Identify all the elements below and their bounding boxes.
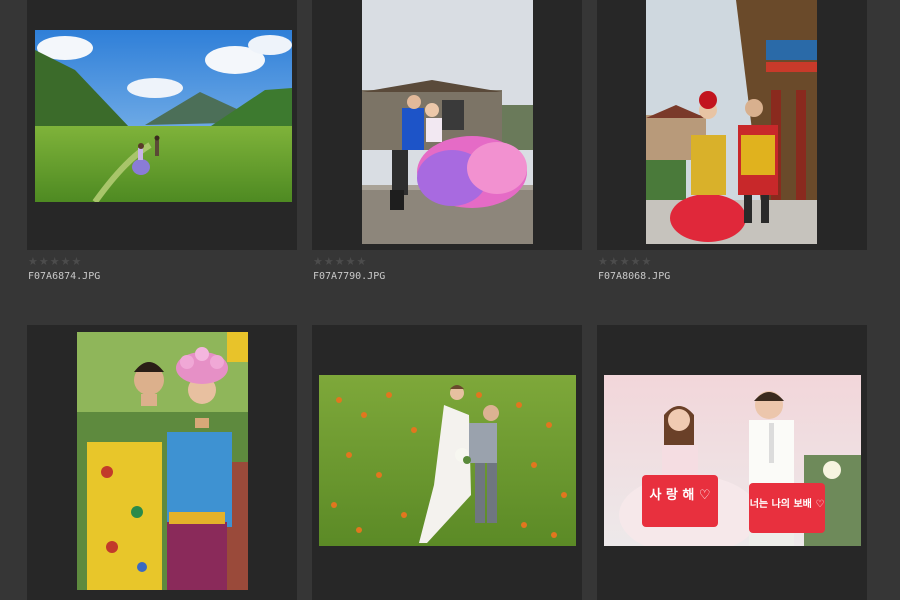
thumbnail-frame[interactable]	[312, 325, 582, 600]
star-icon[interactable]: ★	[324, 256, 334, 267]
grid-cell-4[interactable]	[27, 325, 297, 600]
star-icon[interactable]: ★	[631, 256, 641, 267]
sign-right-text: 너는 나의 보배 ♡	[750, 497, 825, 510]
grid-cell-1[interactable]: ★ ★ ★ ★ ★ F07A6874.JPG	[27, 0, 297, 290]
star-rating[interactable]: ★ ★ ★ ★ ★	[28, 256, 81, 267]
photo-thumbnail-flower-field[interactable]	[319, 375, 576, 546]
star-icon[interactable]: ★	[39, 256, 49, 267]
star-rating[interactable]: ★ ★ ★ ★ ★	[598, 256, 651, 267]
grid-cell-5[interactable]	[312, 325, 582, 600]
sign-left: 사 랑 해 ♡	[642, 475, 718, 527]
star-icon[interactable]: ★	[72, 256, 82, 267]
star-rating[interactable]: ★ ★ ★ ★ ★	[313, 256, 366, 267]
star-icon[interactable]: ★	[357, 256, 367, 267]
star-icon[interactable]: ★	[598, 256, 608, 267]
filename-label: F07A7790.JPG	[313, 271, 386, 282]
star-icon[interactable]: ★	[335, 256, 345, 267]
photo-thumbnail-couple-signs[interactable]: 사 랑 해 ♡ 너는 나의 보배 ♡	[604, 375, 861, 546]
photo-thumbnail-couple-wall[interactable]	[362, 0, 533, 244]
thumbnail-frame[interactable]	[597, 0, 867, 250]
star-icon[interactable]: ★	[28, 256, 38, 267]
star-icon[interactable]: ★	[620, 256, 630, 267]
star-icon[interactable]: ★	[50, 256, 60, 267]
thumbnail-frame[interactable]	[312, 0, 582, 250]
sign-left-text: 사 랑 해 ♡	[649, 487, 710, 503]
grid-cell-3[interactable]: ★ ★ ★ ★ ★ F07A8068.JPG	[597, 0, 867, 290]
thumbnail-frame[interactable]: 사 랑 해 ♡ 너는 나의 보배 ♡	[597, 325, 867, 600]
grid-cell-2[interactable]: ★ ★ ★ ★ ★ F07A7790.JPG	[312, 0, 582, 290]
star-icon[interactable]: ★	[642, 256, 652, 267]
thumbnail-frame[interactable]	[27, 325, 297, 600]
filename-label: F07A6874.JPG	[28, 271, 101, 282]
star-icon[interactable]: ★	[313, 256, 323, 267]
star-icon[interactable]: ★	[61, 256, 71, 267]
star-icon[interactable]: ★	[609, 256, 619, 267]
filename-label: F07A8068.JPG	[598, 271, 671, 282]
photo-thumbnail-meadow[interactable]	[35, 30, 292, 202]
photo-thumbnail-tibetan-portrait[interactable]	[77, 332, 248, 590]
thumbnail-frame[interactable]	[27, 0, 297, 250]
photo-thumbnail-temple-couple[interactable]	[646, 0, 817, 244]
grid-cell-6[interactable]: 사 랑 해 ♡ 너는 나의 보배 ♡	[597, 325, 867, 600]
sign-right: 너는 나의 보배 ♡	[749, 483, 825, 533]
star-icon[interactable]: ★	[346, 256, 356, 267]
